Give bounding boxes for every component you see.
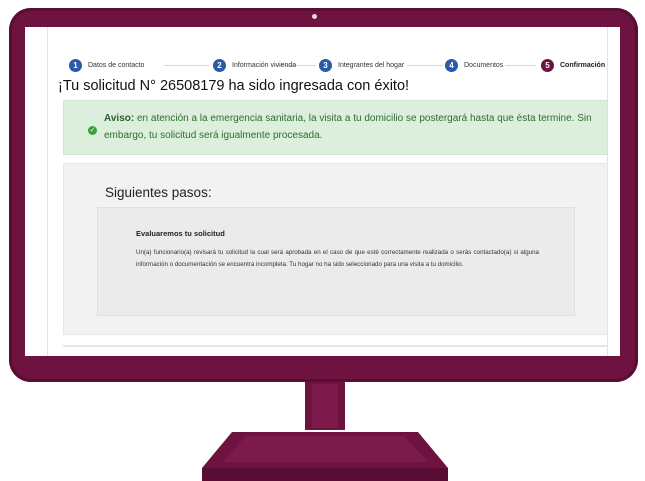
card-body: Un(a) funcionario(a) revisará tu solicit… xyxy=(136,249,539,268)
step-datos-contacto[interactable]: 1 Datos de contacto xyxy=(69,57,144,73)
card-title: Evaluaremos tu solicitud xyxy=(136,229,225,238)
step-label-active: Confirmación xyxy=(560,61,606,69)
step-label: Integrantes del hogar xyxy=(338,61,405,69)
alert-label: Aviso: xyxy=(104,113,135,124)
step-confirmacion: 5 Confirmación xyxy=(541,57,605,73)
next-steps-panel: Siguientes pasos: Evaluaremos tu solicit… xyxy=(63,163,608,335)
step-connector xyxy=(505,65,536,66)
monitor-base-highlight xyxy=(222,436,428,462)
step-number: 3 xyxy=(319,58,332,72)
step-documentos[interactable]: 4 Documentos xyxy=(445,57,503,73)
next-steps-heading: Siguientes pasos: xyxy=(105,185,212,200)
step-label: Documentos xyxy=(464,61,504,69)
step-label: Información vivienda xyxy=(232,61,297,69)
step-number: 2 xyxy=(213,58,226,72)
step-number: 4 xyxy=(445,58,458,72)
camera-dot xyxy=(312,14,317,19)
step-connector xyxy=(164,65,209,66)
screen: 1 Datos de contacto 2 Información vivien… xyxy=(25,27,620,356)
progress-stepper: 1 Datos de contacto 2 Información vivien… xyxy=(69,57,609,75)
monitor-base-top xyxy=(202,432,448,468)
monitor-neck-highlight xyxy=(312,384,338,428)
monitor-base-foot xyxy=(202,468,448,481)
page-border-left xyxy=(47,27,48,356)
step-connector xyxy=(407,65,443,66)
step-number-active: 5 xyxy=(541,58,554,72)
page-title: ¡Tu solicitud N° 26508179 ha sido ingres… xyxy=(58,78,410,94)
alert-text: en atención a la emergencia sanitaria, l… xyxy=(104,113,592,141)
alert-message: Aviso: en atención a la emergencia sanit… xyxy=(104,110,594,144)
section-divider xyxy=(63,345,608,347)
step-integrantes-hogar[interactable]: 3 Integrantes del hogar xyxy=(319,57,404,73)
step-label: Datos de contacto xyxy=(88,61,145,69)
step-number: 1 xyxy=(69,58,82,72)
step-informacion-vivienda[interactable]: 2 Información vivienda xyxy=(213,57,296,73)
next-step-card: Evaluaremos tu solicitud Un(a) funcionar… xyxy=(97,207,575,316)
notice-alert: ✓ Aviso: en atención a la emergencia san… xyxy=(63,100,608,155)
check-circle-icon: ✓ xyxy=(88,126,97,135)
